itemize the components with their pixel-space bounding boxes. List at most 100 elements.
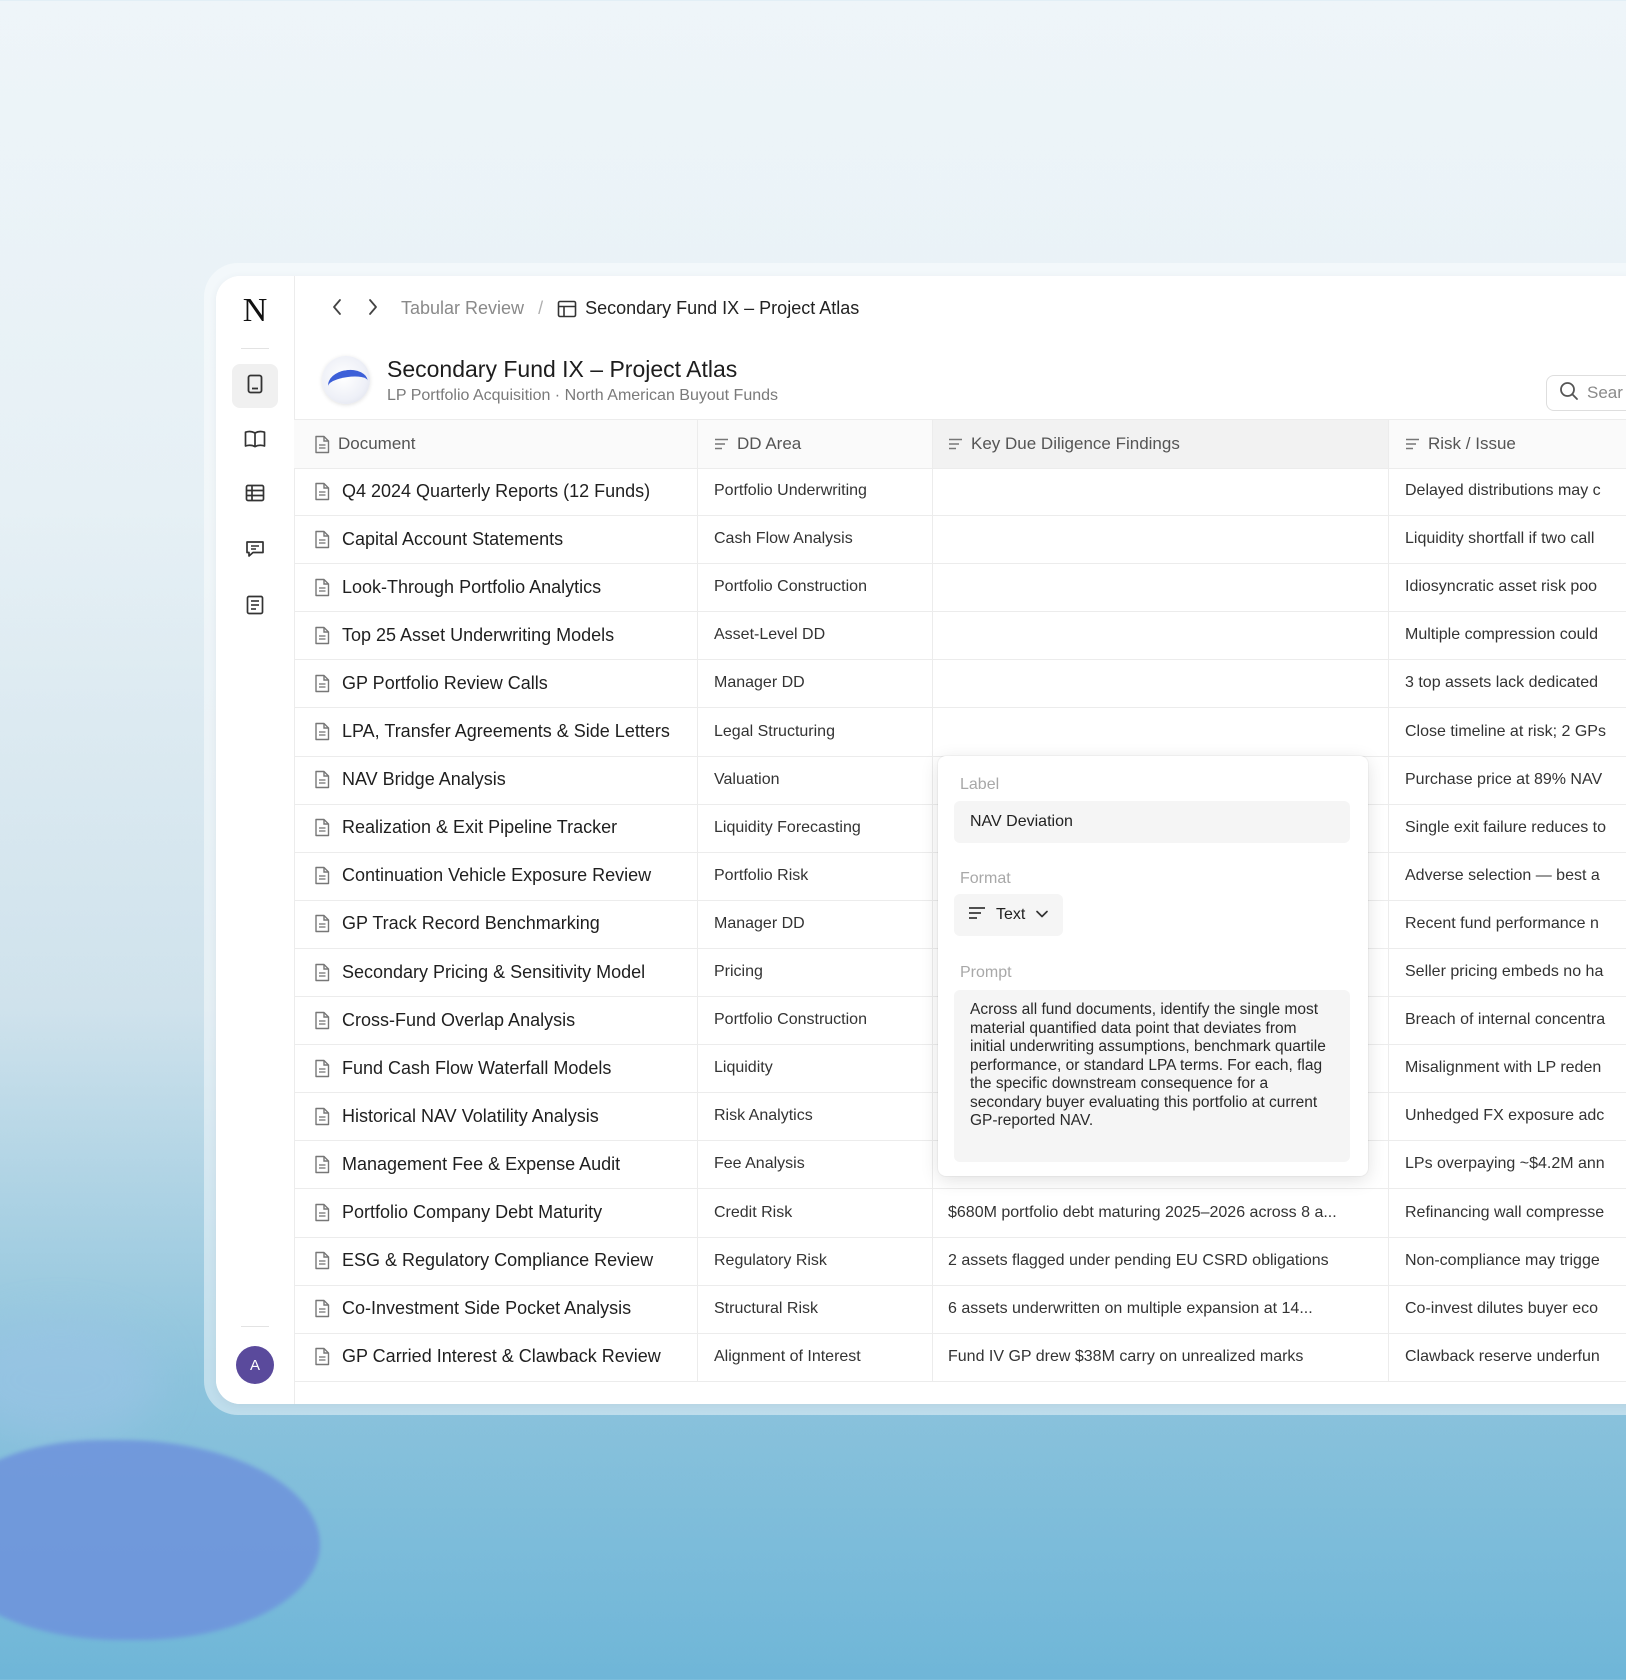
risk-cell[interactable]: 3 top assets lack dedicated: [1389, 659, 1626, 707]
table-row[interactable]: Portfolio Company Debt Maturity Credit Ri…: [294, 1188, 1626, 1238]
risk-cell[interactable]: Purchase price at 89% NAV: [1389, 756, 1626, 804]
document-cell[interactable]: Capital Account Statements: [294, 515, 698, 564]
dd-area-cell[interactable]: Manager DD: [698, 899, 933, 948]
document-cell[interactable]: Co-Investment Side Pocket Analysis: [294, 1284, 698, 1333]
risk-cell[interactable]: Single exit failure reduces to: [1389, 804, 1626, 852]
file-icon: [314, 963, 330, 982]
dd-area-cell[interactable]: Liquidity Forecasting: [698, 803, 933, 852]
dd-area-cell[interactable]: Structural Risk: [698, 1284, 933, 1333]
document-cell[interactable]: Realization & Exit Pipeline Tracker: [294, 803, 698, 852]
dd-area-cell[interactable]: Pricing: [698, 948, 933, 996]
format-select[interactable]: Text: [954, 894, 1064, 936]
finding-cell[interactable]: 2 assets flagged under pending EU CSRD o…: [933, 1236, 1389, 1285]
table-row[interactable]: Look-Through Portfolio Analytics Portfoli…: [294, 563, 1626, 613]
file-icon: [314, 866, 330, 885]
background-blob: [0, 1440, 320, 1640]
risk-cell[interactable]: Liquidity shortfall if two call: [1389, 515, 1626, 563]
user-avatar[interactable]: A: [236, 1346, 274, 1384]
text-format-icon: [968, 906, 986, 925]
dd-area-cell[interactable]: Portfolio Underwriting: [698, 467, 933, 515]
dd-area-cell[interactable]: Alignment of Interest: [698, 1332, 933, 1381]
finding-cell[interactable]: $680M portfolio debt maturing 2025–2026 …: [933, 1188, 1389, 1237]
risk-cell[interactable]: Multiple compression could: [1389, 611, 1626, 659]
dd-area-cell[interactable]: Fee Analysis: [698, 1140, 933, 1189]
document-cell[interactable]: GP Track Record Benchmarking: [294, 899, 698, 948]
document-cell[interactable]: Secondary Pricing & Sensitivity Model: [294, 948, 698, 996]
risk-cell[interactable]: Breach of internal concentra: [1389, 996, 1626, 1044]
breadcrumb-parent[interactable]: Tabular Review: [401, 298, 524, 319]
risk-cell[interactable]: Idiosyncratic asset risk poo: [1389, 563, 1626, 611]
table-row[interactable]: GP Carried Interest & Clawback Review Ali…: [294, 1332, 1626, 1382]
risk-cell[interactable]: Clawback reserve underfun: [1389, 1333, 1626, 1381]
risk-cell[interactable]: Refinancing wall compresse: [1389, 1189, 1626, 1237]
forward-arrow-icon[interactable]: [362, 296, 384, 318]
table-row[interactable]: Top 25 Asset Underwriting Models Asset-Le…: [294, 611, 1626, 661]
sidebar-item-notes[interactable]: [232, 585, 278, 629]
document-cell[interactable]: Management Fee & Expense Audit: [294, 1140, 698, 1189]
dd-area-cell[interactable]: Risk Analytics: [698, 1092, 933, 1141]
dd-area-cell[interactable]: Portfolio Construction: [698, 996, 933, 1045]
app-logo[interactable]: N: [238, 294, 272, 328]
risk-cell[interactable]: Recent fund performance n: [1389, 900, 1626, 948]
table-row[interactable]: GP Portfolio Review Calls Manager DD 3 top…: [294, 659, 1626, 709]
column-header-document[interactable]: Document: [294, 420, 698, 468]
document-cell[interactable]: Continuation Vehicle Exposure Review: [294, 851, 698, 900]
risk-cell[interactable]: LPs overpaying ~$4.2M ann: [1389, 1140, 1626, 1188]
document-cell[interactable]: Historical NAV Volatility Analysis: [294, 1092, 698, 1141]
document-cell[interactable]: Fund Cash Flow Waterfall Models: [294, 1044, 698, 1093]
table-row[interactable]: LPA, Transfer Agreements & Side Letters L…: [294, 707, 1626, 757]
risk-cell[interactable]: Adverse selection — best a: [1389, 852, 1626, 900]
dd-area-cell[interactable]: Liquidity: [698, 1044, 933, 1093]
table-row[interactable]: Q4 2024 Quarterly Reports (12 Funds) Port…: [294, 467, 1626, 516]
document-cell[interactable]: Q4 2024 Quarterly Reports (12 Funds): [294, 467, 698, 515]
dd-area-cell[interactable]: Portfolio Construction: [698, 563, 933, 612]
dd-area-cell[interactable]: Portfolio Risk: [698, 851, 933, 900]
file-icon: [314, 578, 330, 597]
risk-cell[interactable]: Unhedged FX exposure adc: [1389, 1092, 1626, 1140]
finding-cell[interactable]: [933, 611, 1389, 660]
finding-cell[interactable]: [933, 467, 1389, 515]
risk-cell[interactable]: Co-invest dilutes buyer eco: [1389, 1285, 1626, 1333]
risk-cell[interactable]: Non-compliance may trigge: [1389, 1237, 1626, 1285]
document-cell[interactable]: GP Portfolio Review Calls: [294, 659, 698, 708]
finding-cell[interactable]: [933, 515, 1389, 564]
document-cell[interactable]: NAV Bridge Analysis: [294, 755, 698, 804]
risk-cell[interactable]: Delayed distributions may c: [1389, 467, 1626, 515]
document-cell[interactable]: GP Carried Interest & Clawback Review: [294, 1332, 698, 1381]
risk-cell[interactable]: Close timeline at risk; 2 GPs: [1389, 708, 1626, 756]
sidebar-item-tabular[interactable]: [232, 473, 278, 517]
search-input[interactable]: Sear: [1546, 375, 1626, 411]
dd-area-cell[interactable]: Regulatory Risk: [698, 1236, 933, 1285]
sidebar-item-library[interactable]: [232, 419, 278, 463]
table-row[interactable]: Capital Account Statements Cash Flow Anal…: [294, 515, 1626, 565]
dd-area-cell[interactable]: Manager DD: [698, 659, 933, 708]
dd-area-cell[interactable]: Cash Flow Analysis: [698, 515, 933, 564]
sidebar-item-chat[interactable]: [232, 529, 278, 573]
document-cell[interactable]: Portfolio Company Debt Maturity: [294, 1188, 698, 1237]
risk-cell[interactable]: Misalignment with LP reden: [1389, 1044, 1626, 1092]
table-row[interactable]: ESG & Regulatory Compliance Review Regula…: [294, 1236, 1626, 1286]
back-arrow-icon[interactable]: [326, 296, 348, 318]
finding-cell[interactable]: [933, 659, 1389, 708]
dd-area-cell[interactable]: Credit Risk: [698, 1188, 933, 1237]
dd-area-cell[interactable]: Asset-Level DD: [698, 611, 933, 660]
finding-cell[interactable]: [933, 707, 1389, 756]
table-row[interactable]: Co-Investment Side Pocket Analysis Struct…: [294, 1284, 1626, 1334]
dd-area-cell[interactable]: Valuation: [698, 755, 933, 804]
finding-cell[interactable]: [933, 563, 1389, 612]
document-cell[interactable]: Look-Through Portfolio Analytics: [294, 563, 698, 612]
document-cell[interactable]: ESG & Regulatory Compliance Review: [294, 1236, 698, 1285]
column-header-dd-area[interactable]: DD Area: [698, 420, 933, 468]
document-cell[interactable]: Top 25 Asset Underwriting Models: [294, 611, 698, 660]
dd-area-cell[interactable]: Legal Structuring: [698, 707, 933, 756]
label-field[interactable]: NAV Deviation: [954, 801, 1350, 843]
document-cell[interactable]: Cross-Fund Overlap Analysis: [294, 996, 698, 1045]
column-header-risk-issue[interactable]: Risk / Issue: [1389, 420, 1626, 468]
column-header-key-findings[interactable]: Key Due Diligence Findings: [933, 420, 1389, 468]
risk-cell[interactable]: Seller pricing embeds no ha: [1389, 948, 1626, 996]
sidebar-item-documents[interactable]: [232, 364, 278, 408]
prompt-textarea[interactable]: Across all fund documents, identify the …: [954, 990, 1350, 1162]
finding-cell[interactable]: 6 assets underwritten on multiple expans…: [933, 1284, 1389, 1333]
document-cell[interactable]: LPA, Transfer Agreements & Side Letters: [294, 707, 698, 756]
finding-cell[interactable]: Fund IV GP drew $38M carry on unrealized…: [933, 1332, 1389, 1381]
